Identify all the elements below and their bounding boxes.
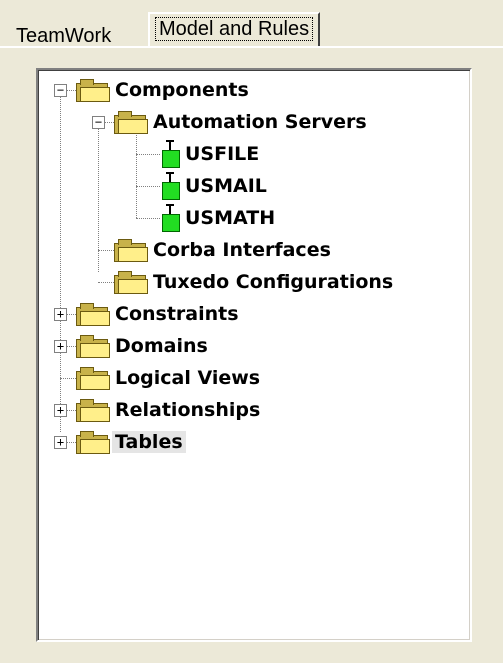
tree-node-components[interactable]: Components — [76, 74, 252, 106]
automation-server-icon — [160, 140, 180, 168]
tree-node-constraints[interactable]: Constraints — [76, 298, 242, 330]
tree-node-domains[interactable]: Domains — [76, 330, 211, 362]
tree-node-label: Automation Servers — [153, 111, 367, 133]
tree-node-label: Tables — [112, 431, 186, 453]
automation-server-icon — [160, 204, 180, 232]
tree-line — [136, 154, 160, 155]
folder-icon — [76, 335, 110, 358]
tree-node-usfile[interactable]: USFILE — [160, 138, 262, 170]
tree-node-corba-interfaces[interactable]: Corba Interfaces — [114, 234, 334, 266]
tab-label: Model and Rules — [154, 17, 314, 41]
tree-node-relationships[interactable]: Relationships — [76, 394, 263, 426]
collapse-icon[interactable]: − — [54, 84, 67, 97]
tree-node-label: Tuxedo Configurations — [153, 271, 394, 293]
folder-icon — [76, 431, 110, 454]
folder-icon — [76, 303, 110, 326]
tree-node-tuxedo-configurations[interactable]: Tuxedo Configurations — [114, 266, 396, 298]
tree-node-label: USMAIL — [185, 175, 267, 197]
tree-node-label: Constraints — [115, 303, 239, 325]
tree-line — [98, 282, 114, 283]
tree-line — [60, 378, 76, 379]
expand-icon[interactable]: + — [54, 308, 67, 321]
tab-model-and-rules[interactable]: Model and Rules — [148, 12, 321, 46]
tree-node-label: Logical Views — [115, 367, 261, 389]
collapse-icon[interactable]: − — [92, 116, 105, 129]
tree-node-logical-views[interactable]: Logical Views — [76, 362, 263, 394]
tree-line — [98, 250, 114, 251]
tab-teamwork[interactable]: TeamWork — [16, 24, 111, 48]
tree-line — [136, 186, 160, 187]
automation-server-icon — [160, 172, 180, 200]
tree-node-tables[interactable]: Tables — [76, 426, 186, 458]
expand-icon[interactable]: + — [54, 436, 67, 449]
folder-icon — [76, 367, 110, 390]
tree-line — [136, 218, 160, 219]
tree-node-label: Components — [115, 79, 249, 101]
expand-icon[interactable]: + — [54, 404, 67, 417]
tree-node-usmail[interactable]: USMAIL — [160, 170, 270, 202]
tree-panel[interactable]: − − + + + + Components Automation Server… — [36, 68, 472, 642]
folder-icon — [76, 399, 110, 422]
tree-view[interactable]: − − + + + + Components Automation Server… — [38, 70, 470, 640]
tree-node-label: USMATH — [185, 207, 276, 229]
tree-node-label: Domains — [115, 335, 208, 357]
folder-icon — [76, 79, 110, 102]
tree-node-automation-servers[interactable]: Automation Servers — [114, 106, 370, 138]
folder-icon — [114, 239, 148, 262]
tree-node-label: Corba Interfaces — [153, 239, 331, 261]
expand-icon[interactable]: + — [54, 340, 67, 353]
tree-node-usmath[interactable]: USMATH — [160, 202, 278, 234]
tab-divider — [0, 46, 503, 48]
tree-node-label: USFILE — [185, 143, 260, 165]
tree-line — [60, 90, 61, 432]
tree-node-label: Relationships — [115, 399, 261, 421]
folder-icon — [114, 271, 148, 294]
tab-strip: TeamWork Model and Rules — [0, 0, 503, 50]
folder-icon — [114, 111, 148, 134]
